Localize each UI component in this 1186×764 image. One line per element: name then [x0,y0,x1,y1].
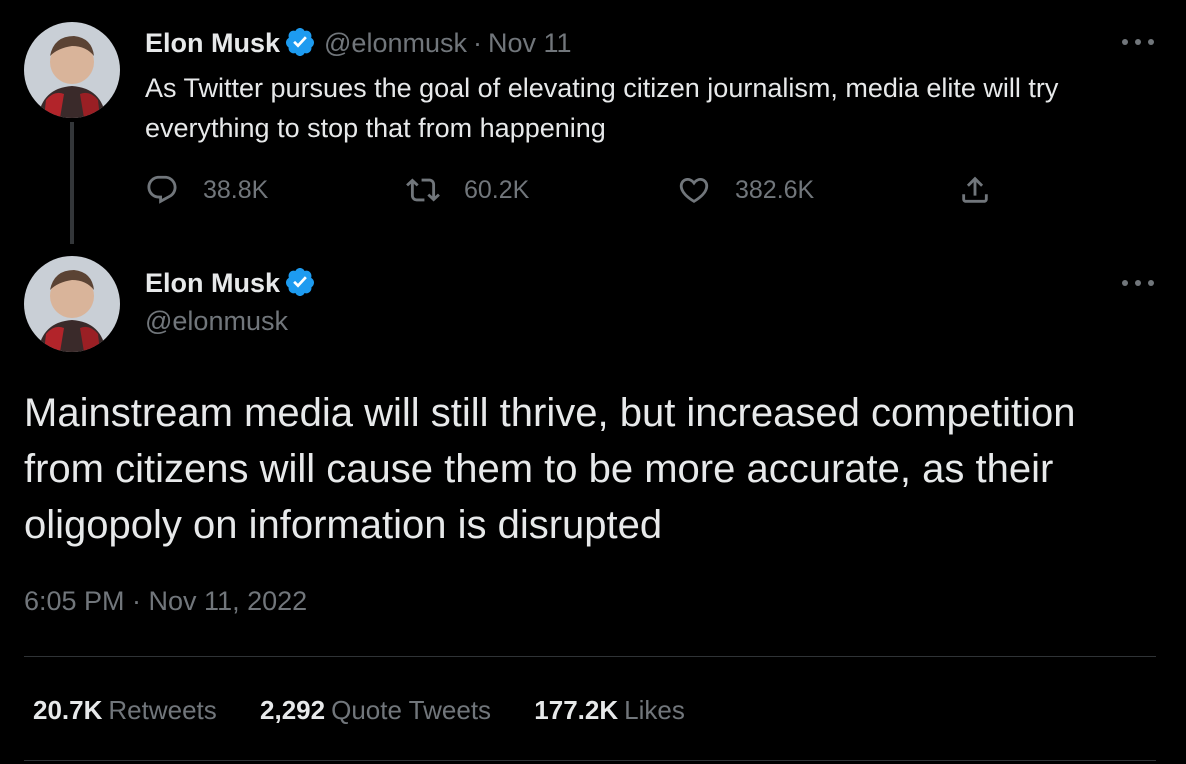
reply-count: 38.8K [203,175,269,204]
tweet-text: As Twitter pursues the goal of elevating… [145,73,1059,143]
share-icon [962,176,988,203]
retweet-count: 60.2K [464,175,530,204]
avatar[interactable] [24,22,120,118]
author-handle[interactable]: @elonmusk [145,306,288,337]
tweet2-header: Elon Musk [145,266,316,299]
tweet1-header: Elon Musk @elonmusk · Nov 11 [145,26,572,59]
engagement-stats: 20.7K Retweets 2,292 Quote Tweets 177.2K Li… [33,695,721,726]
more-options-icon[interactable] [1121,38,1155,46]
more-options-icon[interactable] [1121,279,1155,287]
tweet-text: Mainstream media will still thrive, but … [24,391,1076,547]
divider [24,656,1156,657]
tweet-timestamp[interactable]: 6:05 PM · Nov 11, 2022 [24,586,307,617]
quote-tweets-count: 2,292 [260,695,326,725]
author-handle[interactable]: @elonmusk [324,28,467,58]
retweet-icon [406,178,440,202]
author-name[interactable]: Elon Musk [145,28,280,58]
retweets-label: Retweets [108,695,217,725]
like-count: 382.6K [735,175,815,204]
separator-dot: · [472,28,482,58]
retweets-count: 20.7K [33,695,103,725]
like-icon [679,177,709,203]
verified-badge-icon [286,268,315,296]
thread-connector-line [70,122,74,244]
share-button[interactable] [958,172,1016,208]
likes-count: 177.2K [534,695,619,725]
quote-tweets-stat[interactable]: 2,292 Quote Tweets [260,695,491,725]
verified-badge-icon [286,28,315,56]
retweets-stat[interactable]: 20.7K Retweets [33,695,217,725]
reply-icon [147,175,177,204]
divider [24,760,1156,761]
quote-tweets-label: Quote Tweets [331,695,492,725]
likes-stat[interactable]: 177.2K Likes [534,695,685,725]
tweet-date[interactable]: Nov 11 [488,28,572,58]
reply-button[interactable]: 38.8K [145,172,268,208]
like-button[interactable]: 382.6K [677,172,814,208]
avatar[interactable] [24,256,120,352]
retweet-button[interactable]: 60.2K [406,172,529,208]
likes-label: Likes [624,695,685,725]
author-name[interactable]: Elon Musk [145,268,280,298]
